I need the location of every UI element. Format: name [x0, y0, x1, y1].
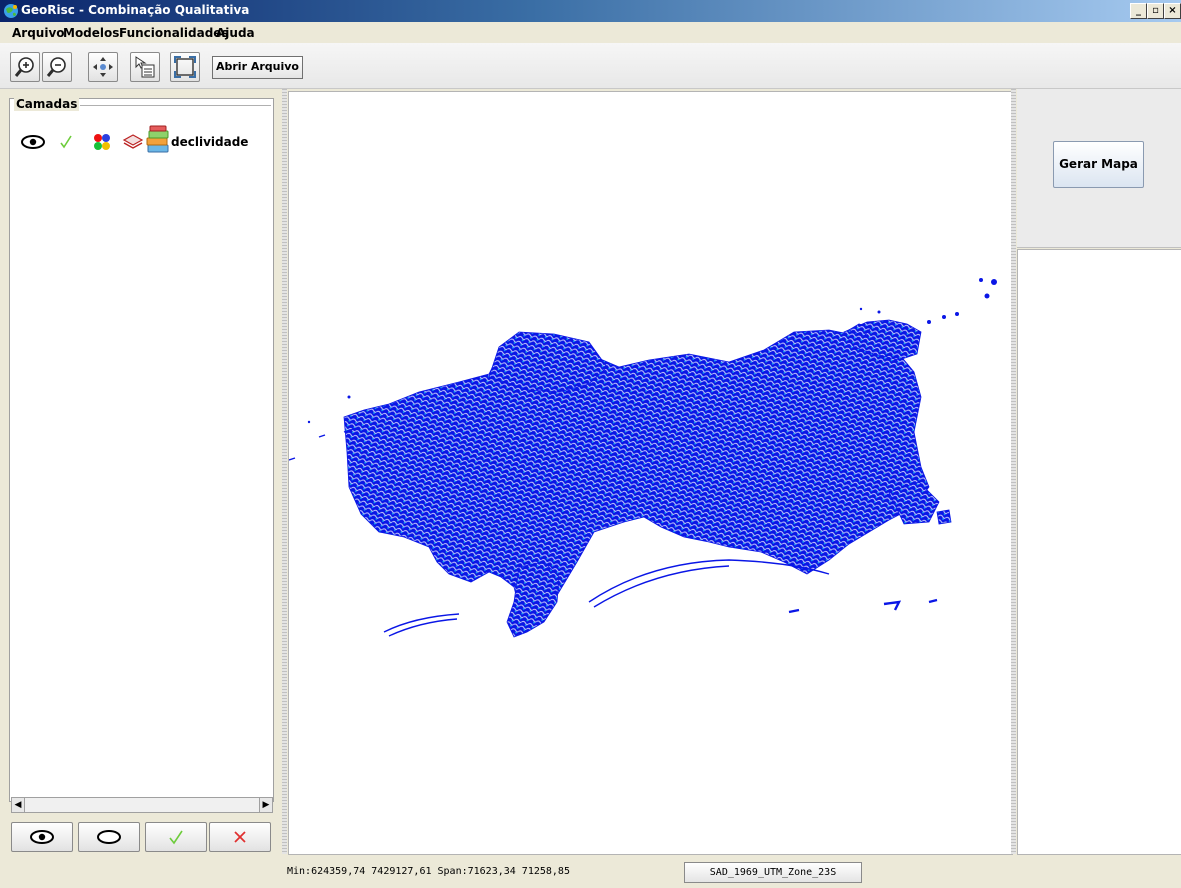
declividade-map [288, 278, 997, 638]
book-stack-icon [146, 125, 169, 153]
layer-row[interactable]: declividade [20, 125, 265, 155]
menu-arquivo[interactable]: Arquivo [12, 26, 65, 40]
right-splitter[interactable] [1011, 89, 1016, 854]
menu-funcionalidades[interactable]: Funcionalidades [119, 26, 229, 40]
open-file-button[interactable]: Abrir Arquivo [212, 56, 303, 79]
menu-ajuda[interactable]: Ajuda [216, 26, 255, 40]
remove-layer-button[interactable] [209, 822, 271, 852]
menu-bar: Arquivo Modelos Funcionalidades Ajuda [0, 22, 1181, 42]
check-icon [169, 830, 183, 845]
right-panel: Gerar Mapa [1017, 89, 1181, 855]
layers-list: Camadas declividade [9, 97, 274, 802]
status-bar: Min:624359,74 7429127,61 Span:71623,34 7… [0, 856, 1181, 888]
maximize-button[interactable]: ▫ [1147, 3, 1164, 19]
zoom-in-button[interactable] [10, 52, 40, 82]
info-button[interactable] [130, 52, 160, 82]
zoom-out-icon [46, 57, 66, 77]
color-palette-icon[interactable] [92, 132, 112, 152]
close-x-icon [234, 831, 246, 843]
map-shapes [343, 319, 952, 638]
layer-name[interactable]: declividade [171, 135, 248, 149]
layers-horizontal-scrollbar[interactable]: ◀ ▶ [11, 797, 273, 813]
scroll-left-icon[interactable]: ◀ [12, 798, 25, 812]
generate-map-button[interactable]: Gerar Mapa [1053, 141, 1144, 188]
layers-panel: Camadas declividade ◀ ▶ [0, 89, 282, 854]
pan-icon [93, 57, 113, 77]
map-canvas[interactable] [288, 91, 1013, 855]
toolbar: Abrir Arquivo [0, 43, 1181, 89]
eye-closed-icon [97, 830, 121, 844]
right-panel-content [1017, 249, 1181, 855]
scroll-right-icon[interactable]: ▶ [259, 798, 272, 812]
apply-button[interactable] [145, 822, 207, 852]
window-title: GeoRisc - Combinação Qualitativa [21, 3, 250, 17]
close-button[interactable]: × [1164, 3, 1181, 19]
eye-icon [30, 830, 54, 844]
zoom-out-button[interactable] [42, 52, 72, 82]
title-bar: GeoRisc - Combinação Qualitativa _ ▫ × [0, 0, 1181, 22]
pan-button[interactable] [88, 52, 118, 82]
layers-stack-icon[interactable] [122, 133, 144, 151]
minimize-button[interactable]: _ [1130, 3, 1147, 19]
full-extent-button[interactable] [170, 52, 200, 82]
hide-all-layers-button[interactable] [78, 822, 140, 852]
zoom-in-icon [14, 57, 34, 77]
extent-readout: Min:624359,74 7429127,61 Span:71623,34 7… [287, 866, 570, 877]
check-icon[interactable] [59, 134, 73, 150]
eye-icon[interactable] [20, 133, 46, 151]
info-icon [135, 56, 155, 78]
layers-header-divider [80, 105, 271, 106]
projection-button[interactable]: SAD_1969_UTM_Zone_23S [684, 862, 862, 883]
menu-modelos[interactable]: Modelos [63, 26, 119, 40]
left-splitter[interactable] [282, 89, 287, 854]
globe-icon [4, 4, 18, 18]
full-extent-icon [174, 56, 196, 78]
show-all-layers-button[interactable] [11, 822, 73, 852]
right-panel-top: Gerar Mapa [1017, 89, 1181, 248]
layers-title: Camadas [14, 97, 80, 111]
